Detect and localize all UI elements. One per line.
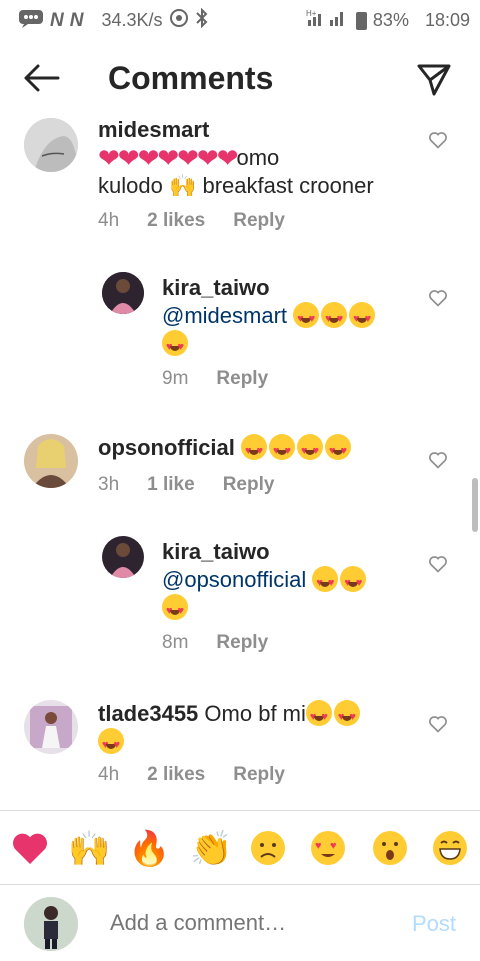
like-heart-icon[interactable] — [428, 130, 448, 150]
bluetooth-icon — [195, 7, 209, 33]
heart-eyes-emoji — [349, 302, 376, 333]
like-heart-icon[interactable] — [428, 450, 448, 470]
comment-username[interactable]: kira_taiwo — [162, 539, 270, 564]
heart-eyes-emoji — [293, 302, 320, 333]
scrollbar[interactable] — [472, 478, 478, 532]
reply-button[interactable]: Reply — [216, 368, 268, 390]
mention-link[interactable]: @midesmart — [162, 303, 287, 328]
sad-face-icon — [251, 831, 285, 865]
clapping-hands-icon: 👏 — [190, 830, 233, 868]
comment: tlade3455 Omo bf mi 4h 2 likes Reply — [0, 698, 480, 798]
heart-eyes-reaction-button[interactable]: ♥ ♥ — [308, 829, 348, 869]
heart-eyes-emoji — [305, 700, 332, 731]
heart-eyes-icon: ♥ ♥ — [311, 831, 345, 865]
comment-age: 4h — [98, 764, 120, 785]
comment-input[interactable] — [108, 909, 392, 937]
comment-composer: Post — [0, 884, 480, 961]
user-avatar — [24, 897, 78, 951]
likes-count[interactable]: 2 likes — [147, 210, 205, 232]
heart-eyes-emoji — [312, 566, 339, 597]
comment-username[interactable]: opsonofficial — [98, 435, 235, 460]
paper-plane-icon — [417, 64, 451, 96]
comment-username[interactable]: midesmart — [98, 117, 209, 142]
comment-age: 4h — [98, 210, 120, 231]
svg-text:H+: H+ — [306, 9, 317, 18]
heart-eyes-emoji — [321, 302, 348, 333]
battery-icon — [355, 11, 367, 30]
battery-level: 83% — [372, 10, 409, 30]
heart-eyes-emoji — [269, 434, 296, 465]
svg-text:♥: ♥ — [330, 840, 337, 852]
comment-age: 8m — [162, 632, 189, 653]
heart-eyes-emoji — [162, 330, 188, 361]
comment-age: 3h — [98, 474, 120, 495]
back-button[interactable] — [22, 60, 62, 96]
comment-text: kulodo — [98, 173, 163, 198]
raised-hands-emoji: 🙌 — [168, 173, 197, 198]
heart-eyes-emoji — [162, 594, 188, 625]
signal-icon: H+ — [304, 8, 350, 33]
header: Comments — [0, 50, 480, 110]
comment-username[interactable]: kira_taiwo — [162, 275, 270, 300]
fire-icon: 🔥 — [128, 830, 171, 868]
comment-age: 9m — [162, 368, 189, 389]
heart-eyes-emoji — [241, 434, 268, 465]
heart-emojis: ❤❤❤❤❤❤❤ — [98, 143, 238, 173]
reply-button[interactable]: Reply — [223, 474, 275, 496]
heart-eyes-emoji — [325, 434, 352, 465]
raised-hands-reaction-button[interactable]: 🙌 — [68, 829, 111, 869]
sad-face-reaction-button[interactable] — [248, 829, 288, 869]
surprised-face-reaction-button[interactable] — [370, 829, 410, 869]
n-icon: N — [69, 9, 84, 31]
page-title: Comments — [108, 60, 274, 96]
heart-eyes-emoji — [333, 700, 360, 731]
avatar[interactable] — [24, 118, 78, 172]
likes-count[interactable]: 2 likes — [147, 764, 205, 786]
heart-icon — [13, 833, 47, 864]
avatar[interactable] — [102, 536, 144, 578]
like-heart-icon[interactable] — [428, 714, 448, 734]
surprised-face-icon — [373, 831, 407, 865]
chat-icon — [18, 8, 44, 33]
network-speed: 34.3K/s — [101, 10, 163, 30]
post-button[interactable]: Post — [412, 911, 456, 937]
hotspot-icon — [169, 8, 189, 33]
clapping-hands-reaction-button[interactable]: 👏 — [190, 829, 233, 869]
svg-text:♥: ♥ — [315, 840, 322, 852]
reply-comment: kira_taiwo @midesmart 9m Reply — [0, 270, 480, 400]
comment: opsonofficial 3h 1 like Reply — [0, 432, 480, 512]
like-heart-icon[interactable] — [428, 288, 448, 308]
grinning-face-reaction-button[interactable] — [430, 829, 470, 869]
comment-text: breakfast crooner — [202, 173, 374, 198]
reply-button[interactable]: Reply — [216, 632, 268, 654]
status-bar: N N 34.3K/s H+ 83% 18:09 — [0, 0, 480, 38]
emoji-reaction-bar: 🙌 🔥 👏 ♥ ♥ — [0, 810, 480, 889]
heart-reaction-button[interactable] — [10, 829, 50, 869]
fire-reaction-button[interactable]: 🔥 — [128, 829, 171, 869]
back-arrow-icon — [24, 64, 60, 92]
avatar[interactable] — [24, 434, 78, 488]
clock: 18:09 — [424, 10, 470, 30]
like-heart-icon[interactable] — [428, 554, 448, 574]
heart-eyes-emoji — [297, 434, 324, 465]
comment: midesmart ❤❤❤❤❤❤❤omo kulodo 🙌 breakfast … — [0, 116, 480, 246]
grinning-face-icon — [433, 831, 467, 865]
comment-username[interactable]: tlade3455 — [98, 701, 198, 726]
mention-link[interactable]: @opsonofficial — [162, 567, 306, 592]
heart-eyes-emoji — [340, 566, 367, 597]
heart-eyes-emoji — [98, 728, 124, 759]
reply-comment: kira_taiwo @opsonofficial 8m Reply — [0, 534, 480, 664]
share-button[interactable] — [416, 62, 452, 98]
comment-text: omo — [236, 145, 280, 170]
comment-text: Omo bf mi — [204, 701, 306, 726]
n-icon: N — [50, 9, 64, 31]
likes-count[interactable]: 1 like — [147, 474, 195, 496]
avatar[interactable] — [24, 700, 78, 754]
raised-hands-icon: 🙌 — [68, 830, 111, 868]
reply-button[interactable]: Reply — [233, 210, 285, 232]
avatar[interactable] — [102, 272, 144, 314]
reply-button[interactable]: Reply — [233, 764, 285, 786]
